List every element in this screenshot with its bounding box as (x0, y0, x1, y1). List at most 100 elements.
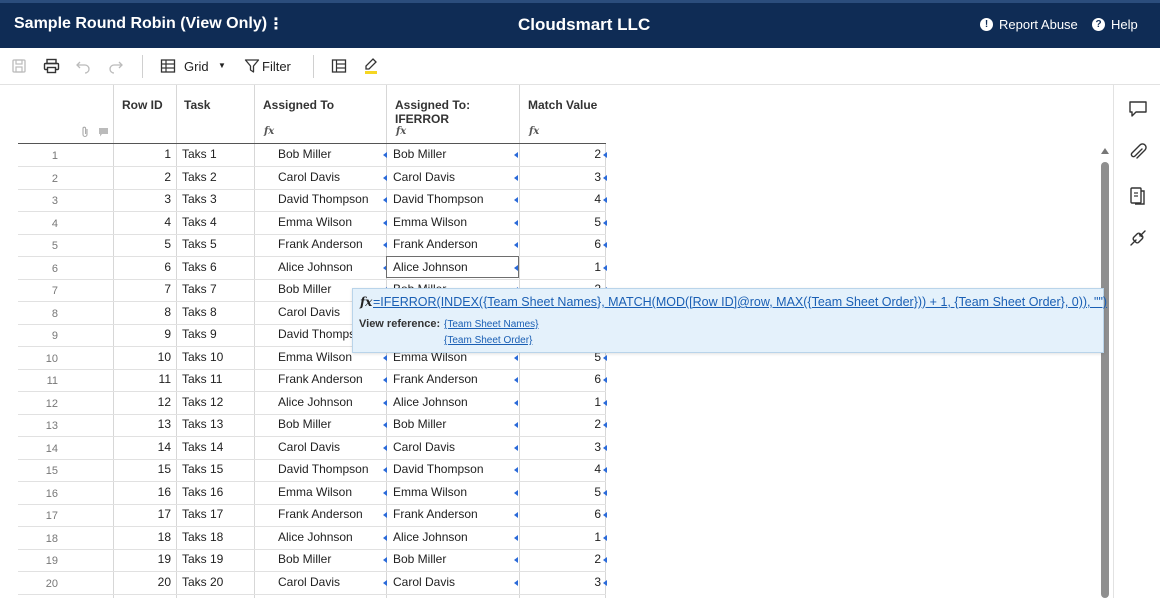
cell-match-value[interactable]: 4 (520, 459, 601, 481)
cell-assigned-to[interactable]: Bob Miller (278, 144, 388, 166)
cell-assigned-to[interactable]: Frank Anderson (278, 369, 388, 391)
cell-row-id[interactable]: 6 (114, 257, 171, 279)
table-row[interactable]: 2 2 Taks 2 Carol Davis Carol Davis 3 (18, 167, 607, 190)
cell-assigned-to-iferror[interactable]: Emma Wilson (393, 212, 523, 234)
cell-assigned-to-iferror[interactable]: Frank Anderson (393, 369, 523, 391)
cell-match-value[interactable]: 4 (520, 189, 601, 211)
cell-row-id[interactable]: 2 (114, 167, 171, 189)
cell-row-id[interactable]: 13 (114, 414, 171, 436)
filter-icon[interactable] (242, 56, 262, 76)
cell-row-id[interactable]: 3 (114, 189, 171, 211)
cell-assigned-to-iferror[interactable]: Bob Miller (393, 144, 523, 166)
formula-text[interactable]: =IFERROR(INDEX({Team Sheet Names}, MATCH… (373, 295, 1107, 309)
cell-assigned-to-iferror[interactable]: Frank Anderson (393, 504, 523, 526)
cell-match-value[interactable]: 6 (520, 369, 601, 391)
cell-task[interactable]: Taks 5 (182, 234, 256, 256)
save-icon[interactable] (9, 56, 29, 76)
cell-match-value[interactable]: 1 (520, 257, 601, 279)
cell-assigned-to-iferror[interactable]: Frank Anderson (393, 234, 523, 256)
cell-assigned-to[interactable]: Carol Davis (278, 167, 388, 189)
cell-row-id[interactable]: 15 (114, 459, 171, 481)
cell-assigned-to[interactable]: Alice Johnson (278, 392, 388, 414)
table-row[interactable]: 11 11 Taks 11 Frank Anderson Frank Anderson 6 (18, 369, 607, 392)
cell-assigned-to-iferror[interactable]: Bob Miller (393, 549, 523, 571)
vertical-scrollbar[interactable] (1101, 144, 1109, 598)
cell-task[interactable]: Taks 13 (182, 414, 256, 436)
comments-icon[interactable] (1127, 98, 1149, 120)
cell-task[interactable]: Taks 15 (182, 459, 256, 481)
cell-task[interactable]: Taks 7 (182, 279, 256, 301)
cell-row-id[interactable]: 4 (114, 212, 171, 234)
cell-task[interactable]: Taks 14 (182, 437, 256, 459)
cell-row-id[interactable]: 16 (114, 482, 171, 504)
cell-row-id[interactable]: 12 (114, 392, 171, 414)
cell-task[interactable]: Taks 9 (182, 324, 256, 346)
filter-button[interactable]: Filter (262, 59, 291, 74)
scroll-up-arrow[interactable] (1101, 148, 1109, 154)
column-header-assigned-to[interactable]: Assigned To fx (255, 85, 387, 144)
cell-assigned-to-iferror[interactable]: Carol Davis (393, 167, 523, 189)
cell-row-id[interactable]: 5 (114, 234, 171, 256)
cell-task[interactable]: Taks 6 (182, 257, 256, 279)
cell-task[interactable]: Taks 2 (182, 167, 256, 189)
table-row[interactable]: 16 16 Taks 16 Emma Wilson Emma Wilson 5 (18, 482, 607, 505)
cell-assigned-to[interactable]: Alice Johnson (278, 257, 388, 279)
column-header-match-value[interactable]: Match Value fx (520, 85, 606, 144)
sheet-title[interactable]: Sample Round Robin (View Only) (14, 15, 267, 33)
cell-match-value[interactable]: 6 (520, 504, 601, 526)
cell-row-id[interactable]: 11 (114, 369, 171, 391)
cell-assigned-to-iferror[interactable]: Bob Miller (393, 414, 523, 436)
table-row[interactable]: 14 14 Taks 14 Carol Davis Carol Davis 3 (18, 437, 607, 460)
table-row[interactable]: 12 12 Taks 12 Alice Johnson Alice Johnson 1 (18, 392, 607, 415)
cell-row-id[interactable]: 19 (114, 549, 171, 571)
cell-assigned-to[interactable]: Alice Johnson (278, 527, 388, 549)
table-row[interactable]: 15 15 Taks 15 David Thompson David Thompson 4 (18, 459, 607, 482)
cell-match-value[interactable]: 5 (520, 212, 601, 234)
cell-assigned-to[interactable]: David Thompson (278, 459, 388, 481)
cell-task[interactable]: Taks 12 (182, 392, 256, 414)
cell-assigned-to-iferror[interactable]: Alice Johnson (393, 392, 523, 414)
table-row[interactable]: 18 18 Taks 18 Alice Johnson Alice Johnson 1 (18, 527, 607, 550)
cell-assigned-to-iferror[interactable]: Emma Wilson (393, 482, 523, 504)
cell-assigned-to-iferror[interactable]: Carol Davis (393, 437, 523, 459)
table-row[interactable]: 5 5 Taks 5 Frank Anderson Frank Anderson 6 (18, 234, 607, 257)
sheet-menu-icon[interactable]: ⋮ (268, 14, 284, 34)
column-header-row-id[interactable]: Row ID (114, 85, 176, 144)
scroll-thumb[interactable] (1101, 162, 1109, 598)
cell-assigned-to[interactable]: Bob Miller (278, 549, 388, 571)
reference-link-team-sheet-order[interactable]: {Team Sheet Order} (444, 335, 532, 346)
connections-icon[interactable] (1127, 227, 1149, 249)
cell-assigned-to[interactable]: Emma Wilson (278, 212, 388, 234)
cell-task[interactable]: Taks 8 (182, 302, 256, 324)
cell-task[interactable]: Taks 16 (182, 482, 256, 504)
cell-match-value[interactable]: 3 (520, 572, 601, 594)
cell-row-id[interactable]: 9 (114, 324, 171, 346)
attachments-icon[interactable] (1127, 142, 1149, 164)
card-view-icon[interactable] (329, 56, 349, 76)
cell-task[interactable]: Taks 19 (182, 549, 256, 571)
table-row[interactable]: 3 3 Taks 3 David Thompson David Thompson 4 (18, 189, 607, 212)
table-row[interactable]: 1 1 Taks 1 Bob Miller Bob Miller 2 (18, 144, 607, 167)
cell-task[interactable]: Taks 20 (182, 572, 256, 594)
reference-link-team-sheet-names[interactable]: {Team Sheet Names} (444, 319, 539, 330)
cell-match-value[interactable]: 5 (520, 482, 601, 504)
cell-assigned-to-iferror[interactable]: Alice Johnson (393, 527, 523, 549)
cell-row-id[interactable]: 18 (114, 527, 171, 549)
chevron-down-icon[interactable]: ▼ (218, 61, 226, 70)
cell-assigned-to-iferror[interactable]: Carol Davis (393, 572, 523, 594)
cell-match-value[interactable]: 3 (520, 437, 601, 459)
cell-task[interactable]: Taks 1 (182, 144, 256, 166)
cell-row-id[interactable]: 10 (114, 347, 171, 369)
table-row[interactable]: 17 17 Taks 17 Frank Anderson Frank Anderson 6 (18, 504, 607, 527)
help-link[interactable]: ? Help (1092, 17, 1138, 32)
cell-match-value[interactable]: 6 (520, 234, 601, 256)
column-header-task[interactable]: Task (176, 85, 254, 144)
cell-match-value[interactable]: 2 (520, 144, 601, 166)
cell-assigned-to[interactable]: Carol Davis (278, 572, 388, 594)
table-row[interactable]: 20 20 Taks 20 Carol Davis Carol Davis 3 (18, 572, 607, 595)
summary-icon[interactable] (1127, 185, 1149, 207)
undo-icon[interactable] (73, 56, 93, 76)
redo-icon[interactable] (106, 56, 126, 76)
cell-task[interactable]: Taks 18 (182, 527, 256, 549)
cell-task[interactable]: Taks 3 (182, 189, 256, 211)
